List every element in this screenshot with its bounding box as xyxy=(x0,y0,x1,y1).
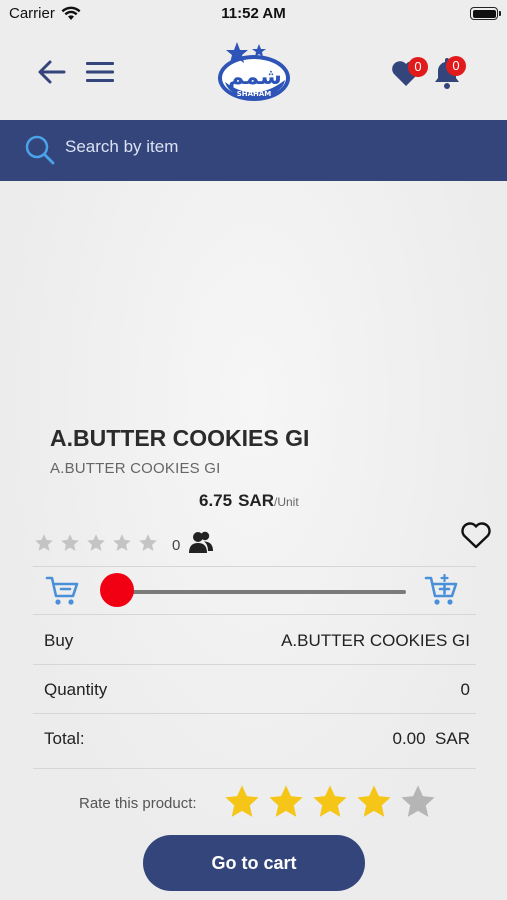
product-subtitle: A.BUTTER COOKIES GI xyxy=(50,460,221,477)
brand-logo: شمم SHAHAM xyxy=(213,38,295,104)
notifications-count-badge: 0 xyxy=(446,56,466,76)
search-icon xyxy=(25,135,55,165)
cart-add-icon[interactable] xyxy=(424,574,460,608)
divider xyxy=(33,713,476,714)
average-rating-stars xyxy=(34,533,158,553)
quantity-slider-track[interactable] xyxy=(118,590,406,594)
search-placeholder: Search by item xyxy=(65,137,179,156)
divider xyxy=(33,614,476,615)
logo-text: شمم xyxy=(228,65,282,90)
product-detail: A.BUTTER COOKIES GI A.BUTTER COOKIES GI … xyxy=(0,181,507,900)
users-icon xyxy=(189,531,213,553)
top-nav: شمم SHAHAM 0 0 xyxy=(0,28,507,120)
buy-value: A.BUTTER COOKIES GI xyxy=(281,631,470,650)
battery-icon xyxy=(470,7,501,20)
buy-label: Buy xyxy=(44,631,74,650)
notifications-button[interactable]: 0 xyxy=(430,56,466,90)
rate-star-icon[interactable] xyxy=(223,783,261,821)
price-unit: /Unit xyxy=(274,495,299,509)
average-rating-star-icon xyxy=(87,534,105,551)
rating-count: 0 xyxy=(172,537,181,554)
status-bar: Carrier 11:52 AM xyxy=(0,0,507,28)
quantity-value: 0 xyxy=(460,680,470,699)
price-value: 6.75 xyxy=(199,491,233,510)
quantity-label: Quantity xyxy=(44,680,108,699)
rate-star-icon[interactable] xyxy=(311,783,349,821)
rate-stars[interactable] xyxy=(223,783,437,821)
rate-star-icon[interactable] xyxy=(267,783,305,821)
search-bar[interactable]: Search by item xyxy=(0,120,507,181)
favorites-button[interactable]: 0 xyxy=(390,57,428,90)
logo-subtext: SHAHAM xyxy=(237,90,272,98)
quantity-slider-knob[interactable] xyxy=(100,573,134,607)
average-rating-star-icon xyxy=(35,534,53,551)
rate-star-icon[interactable] xyxy=(355,783,393,821)
average-rating-star-icon xyxy=(139,534,157,551)
cart-remove-icon[interactable] xyxy=(45,574,81,608)
divider xyxy=(33,768,476,769)
total-value: 0.00 SAR xyxy=(392,729,471,748)
favorites-count-badge: 0 xyxy=(408,57,428,77)
rate-label: Rate this product: xyxy=(79,795,197,812)
average-rating-star-icon xyxy=(61,534,79,551)
arrow-left-icon[interactable] xyxy=(36,58,68,86)
go-to-cart-button[interactable]: Go to cart xyxy=(143,835,365,891)
product-price: 6.75 SAR/Unit xyxy=(199,491,299,511)
add-to-favorites-icon[interactable] xyxy=(459,519,493,551)
price-currency: SAR xyxy=(238,491,274,510)
clock: 11:52 AM xyxy=(221,5,286,22)
rate-star-icon[interactable] xyxy=(399,783,437,821)
product-title: A.BUTTER COOKIES GI xyxy=(50,425,310,451)
total-label: Total: xyxy=(44,729,85,748)
average-rating-star-icon xyxy=(113,534,131,551)
hamburger-menu-icon[interactable] xyxy=(85,60,115,84)
divider xyxy=(33,566,476,567)
divider xyxy=(33,664,476,665)
